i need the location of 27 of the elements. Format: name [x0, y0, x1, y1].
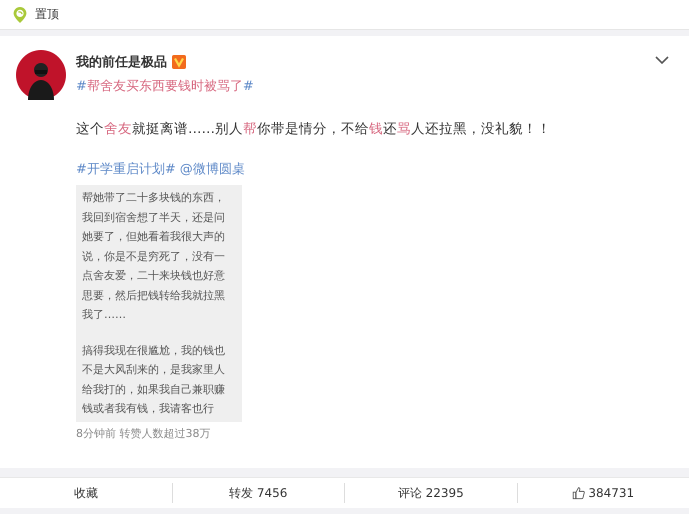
thumbs-up-icon: [572, 486, 586, 500]
tag-link[interactable]: @微博圆桌: [180, 160, 245, 178]
post-meta: 8分钟前 转赞人数超过38万: [76, 426, 212, 440]
screenshot-image[interactable]: 帮她带了二十多块钱的东西， 我回到宿舍想了半天，还是问 她要了，但她看着我很大声的 说，你是不是穷死了，没有一 点舍友爱，二十来块钱也好意 思要，然后把钱转给我就拉黑 我了…… 搞得我现在很尴尬，我的钱也 不是大风刮来的，是我家里人 给我打的，如果我自己兼职赚 钱或者我有钱，我请客也行: [76, 185, 242, 422]
action-button[interactable]: 评论 22395: [394, 482, 468, 504]
image-text-line: 钱或者我有钱，我请客也行: [82, 401, 215, 417]
action-button[interactable]: 384731: [568, 484, 638, 502]
chevron-down-icon[interactable]: [655, 56, 669, 64]
image-text-line: 说，你是不是穷死了，没有一: [82, 248, 226, 264]
pin-icon: [12, 6, 28, 24]
action-button[interactable]: 转发 7456: [225, 482, 292, 504]
image-text-line: 点舍友爱，二十来块钱也好意: [82, 268, 226, 284]
image-text-line: 不是大风刮来的，是我家里人: [82, 362, 226, 378]
image-text-line: 思要，然后把钱转给我就拉黑: [82, 288, 226, 304]
image-text-line: 我了……: [82, 307, 127, 323]
image-text-line: 她要了，但她看着我很大声的: [82, 229, 226, 245]
image-text-line: 帮她带了二十多块钱的东西，: [82, 190, 226, 206]
image-text-line: 给我打的，如果我自己兼职赚: [82, 382, 226, 398]
image-text-line: 搞得我现在很尴尬，我的钱也: [82, 342, 226, 358]
tag-link[interactable]: #开学重启计划#: [76, 160, 176, 178]
post-text: 这个舍友就挺离谱……别人帮你带是情分，不给钱还骂人还拉黑，没礼貌！！: [76, 120, 552, 138]
avatar[interactable]: [16, 50, 66, 100]
action-button[interactable]: 收藏: [70, 482, 102, 504]
topic-link[interactable]: #帮舍友买东西要钱时被骂了#: [76, 77, 655, 95]
image-text-line: 我回到宿舍想了半天，还是问: [82, 210, 226, 226]
author-name[interactable]: 我的前任是极品: [76, 53, 167, 71]
pinned-label: 置顶: [35, 6, 59, 23]
